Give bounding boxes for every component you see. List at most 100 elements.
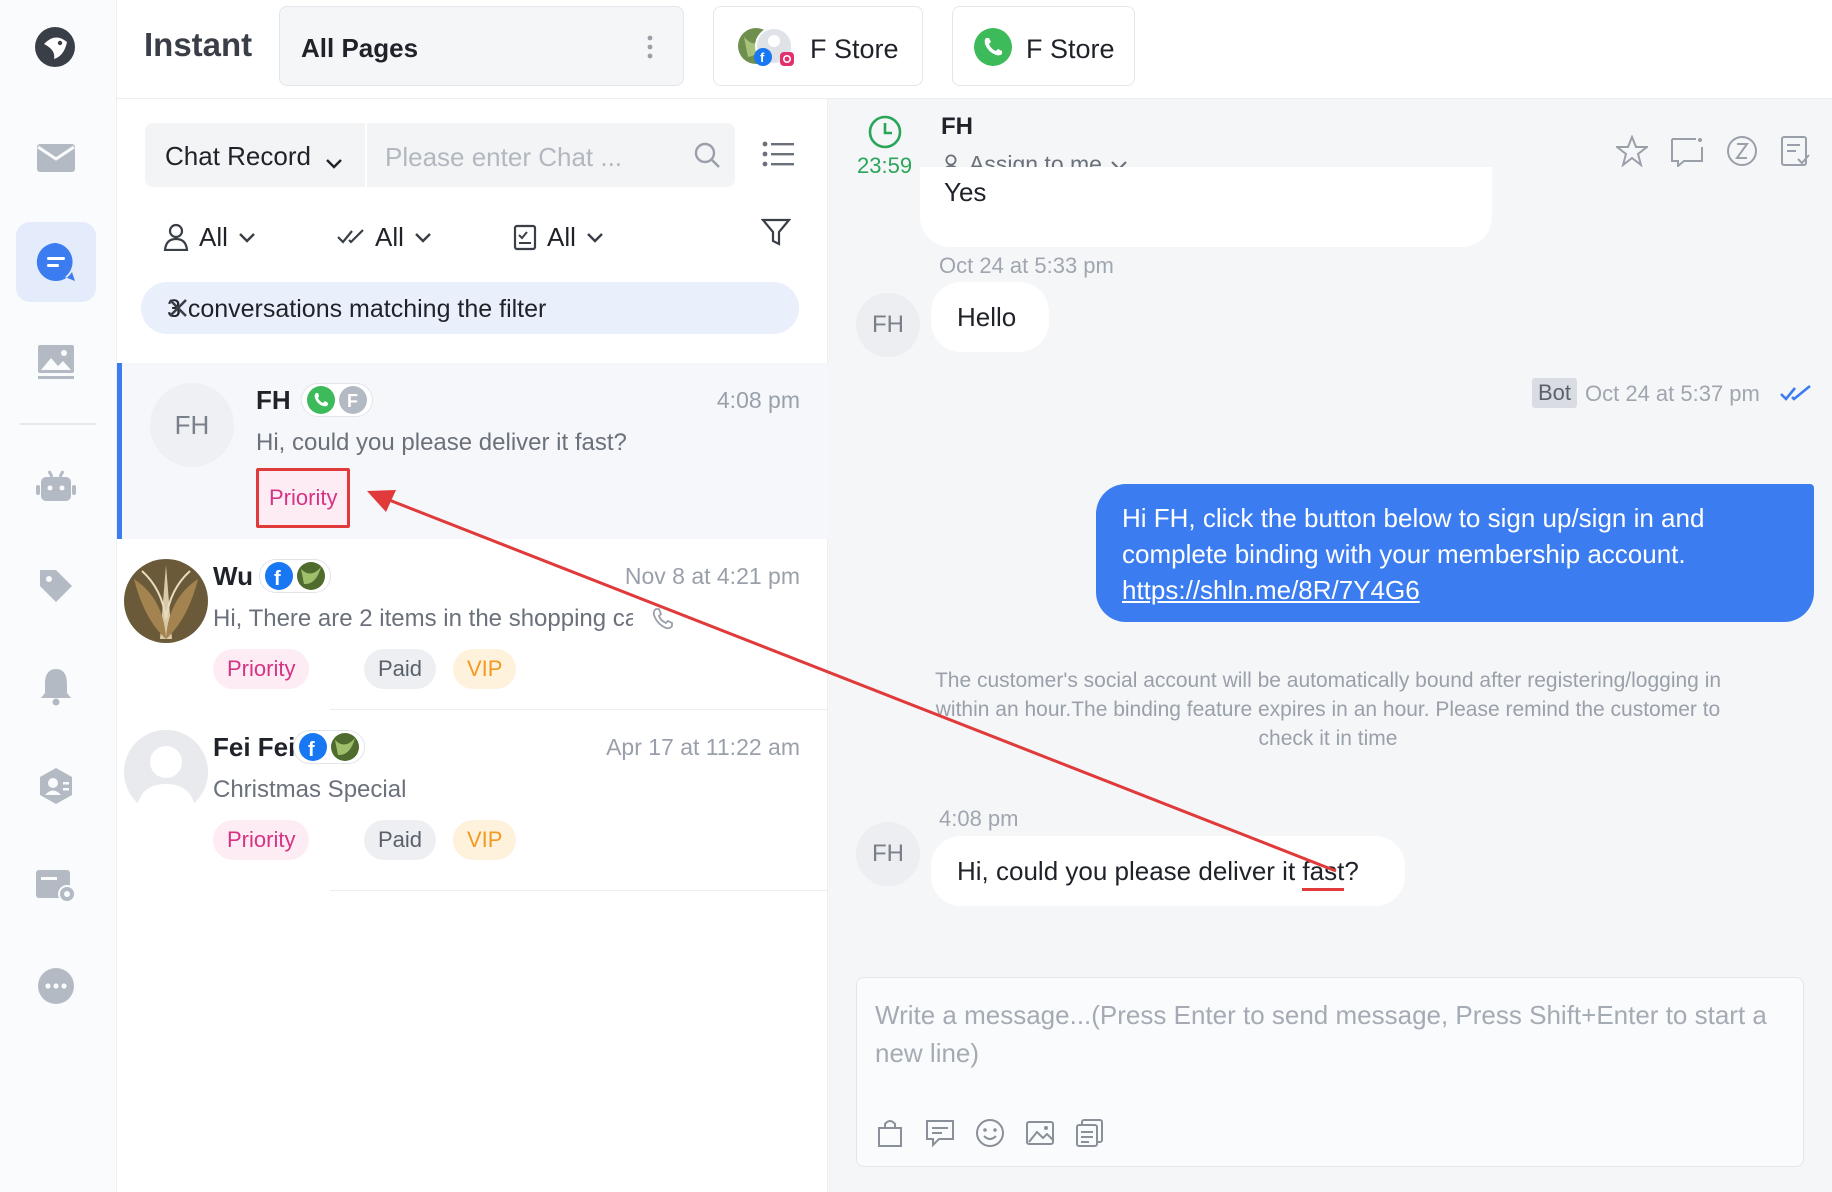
channel-icons: f bbox=[293, 730, 365, 764]
vip-tag: VIP bbox=[453, 820, 517, 860]
read-status-filter[interactable]: All bbox=[337, 217, 432, 257]
template-icon[interactable] bbox=[1075, 1118, 1105, 1148]
store-tab-whatsapp[interactable]: F Store bbox=[952, 6, 1135, 86]
reply-timer: 23:59 bbox=[857, 153, 913, 178]
store-avatar-icon bbox=[297, 562, 325, 590]
avatar bbox=[124, 730, 208, 814]
filter-label: All bbox=[375, 221, 404, 252]
search-type-label: Chat Record bbox=[165, 141, 311, 171]
search-input[interactable]: Please enter Chat ... bbox=[385, 142, 635, 173]
logo-icon[interactable] bbox=[34, 26, 76, 68]
store-tab-label: F Store bbox=[810, 34, 899, 64]
paid-tag: Paid bbox=[364, 820, 437, 860]
top-bar: Instant All Pages f F Store F Store bbox=[117, 0, 1832, 99]
shopping-bag-icon[interactable] bbox=[875, 1118, 905, 1148]
conversation-preview: Christmas Special bbox=[213, 776, 407, 803]
store-multi-channel-icon: f bbox=[736, 27, 802, 72]
phone-icon bbox=[651, 607, 675, 636]
message-time: 4:08 pm bbox=[939, 806, 1019, 831]
emoji-icon[interactable] bbox=[975, 1118, 1005, 1148]
list-view-icon[interactable] bbox=[762, 141, 794, 172]
contact-name: Fei Fei bbox=[213, 732, 296, 762]
filter-label: All bbox=[547, 221, 576, 252]
message-bubble: Hello bbox=[931, 282, 1049, 352]
store-tab-label: F Store bbox=[1026, 34, 1115, 64]
message-time: Oct 24 at 5:33 pm bbox=[939, 253, 1114, 278]
ticket-settings-icon[interactable] bbox=[16, 846, 96, 926]
message-text: Yes bbox=[944, 177, 987, 207]
message-text: Hello bbox=[957, 302, 1017, 332]
bell-icon[interactable] bbox=[16, 646, 96, 726]
conversation-preview: Hi, could you please deliver it fast? bbox=[256, 429, 627, 456]
message-composer[interactable]: Write a message...(Press Enter to send m… bbox=[856, 977, 1804, 1167]
pages-select-label: All Pages bbox=[301, 33, 419, 63]
quick-reply-icon[interactable] bbox=[925, 1118, 955, 1148]
app-title: Instant bbox=[144, 26, 253, 63]
chat-panel: 23:59 FH Assign to me Yes FH Oct 24 at 5… bbox=[828, 99, 1832, 1192]
filter-result-banner: 3 conversations matching the filter bbox=[141, 282, 799, 334]
left-rail bbox=[0, 0, 117, 1192]
mail-icon[interactable] bbox=[16, 118, 96, 198]
user-icon bbox=[163, 223, 189, 251]
rail-divider bbox=[20, 423, 96, 425]
chevron-down-icon bbox=[587, 233, 603, 243]
chat-icon[interactable] bbox=[16, 222, 96, 302]
conversation-time: 4:08 pm bbox=[716, 387, 800, 413]
image-icon[interactable] bbox=[1025, 1118, 1055, 1148]
chevron-down-icon bbox=[325, 145, 343, 176]
message-text: Hi, could you please deliver it fast? bbox=[957, 856, 1359, 891]
bot-icon[interactable] bbox=[16, 446, 96, 526]
search-bar: Chat Record Please enter Chat ... bbox=[145, 123, 735, 187]
channel-icons: F bbox=[301, 383, 373, 417]
double-check-icon bbox=[1780, 384, 1812, 408]
message-avatar: FH bbox=[856, 293, 920, 357]
pages-select[interactable]: All Pages bbox=[279, 6, 684, 86]
priority-tag: Priority bbox=[213, 820, 310, 860]
avatar bbox=[124, 559, 208, 643]
conversation-item-wu[interactable]: Wu f Nov 8 at 4:21 pm Hi, There are 2 it… bbox=[117, 539, 828, 709]
conversation-list-panel: Chat Record Please enter Chat ... All Al… bbox=[117, 99, 828, 1192]
checklist-icon bbox=[513, 224, 537, 251]
svg-text:f: f bbox=[274, 568, 281, 590]
message-bubble: Hi, could you please deliver it fast? bbox=[931, 836, 1405, 906]
channel-icons: f bbox=[259, 559, 331, 593]
kebab-icon[interactable] bbox=[647, 35, 653, 59]
contacts-icon[interactable] bbox=[16, 746, 96, 826]
row-divider bbox=[330, 890, 828, 891]
more-icon[interactable] bbox=[16, 946, 96, 1026]
status-filter[interactable]: All bbox=[513, 217, 604, 257]
search-icon[interactable] bbox=[693, 141, 721, 174]
gallery-icon[interactable] bbox=[16, 322, 96, 402]
signup-link[interactable]: https://shln.me/8R/7Y4G6 bbox=[1122, 575, 1420, 605]
conversation-preview: Hi, There are 2 items in the shopping ca… bbox=[213, 605, 633, 632]
avatar: FH bbox=[150, 383, 234, 467]
conversation-item-fei-fei[interactable]: Fei Fei f Apr 17 at 11:22 am Christmas S… bbox=[117, 710, 828, 880]
svg-text:f: f bbox=[760, 50, 765, 65]
snooze-icon[interactable] bbox=[1726, 135, 1758, 167]
chat-header-actions bbox=[1616, 135, 1810, 167]
double-check-icon bbox=[337, 229, 364, 244]
tag-icon[interactable] bbox=[16, 546, 96, 626]
filter-label: All bbox=[199, 221, 228, 252]
highlighted-word: fast bbox=[1302, 856, 1345, 891]
store-avatar-icon bbox=[331, 733, 359, 761]
message-avatar: FH bbox=[856, 822, 920, 886]
search-type-select[interactable]: Chat Record bbox=[145, 123, 367, 187]
ticket-icon[interactable] bbox=[1780, 135, 1810, 167]
conversation-time: Apr 17 at 11:22 am bbox=[606, 734, 800, 760]
conversation-item-fh[interactable]: FH FH F 4:08 pm Hi, could you please del… bbox=[117, 363, 828, 539]
note-icon[interactable] bbox=[1670, 135, 1704, 167]
chevron-down-icon bbox=[415, 233, 431, 243]
svg-text:F: F bbox=[347, 391, 358, 411]
close-icon[interactable] bbox=[167, 297, 777, 326]
facebook-icon: f bbox=[299, 733, 327, 761]
message-input[interactable]: Write a message...(Press Enter to send m… bbox=[875, 996, 1779, 1072]
chevron-down-icon bbox=[239, 233, 255, 243]
priority-tag: Priority bbox=[256, 468, 351, 528]
store-tab-multi[interactable]: f F Store bbox=[713, 6, 923, 86]
message-text: Hi FH, click the button below to sign up… bbox=[1122, 503, 1705, 569]
funnel-icon[interactable] bbox=[760, 217, 792, 252]
star-icon[interactable] bbox=[1616, 135, 1648, 167]
chat-contact-name: FH bbox=[941, 113, 973, 140]
assignee-filter[interactable]: All bbox=[163, 217, 256, 257]
